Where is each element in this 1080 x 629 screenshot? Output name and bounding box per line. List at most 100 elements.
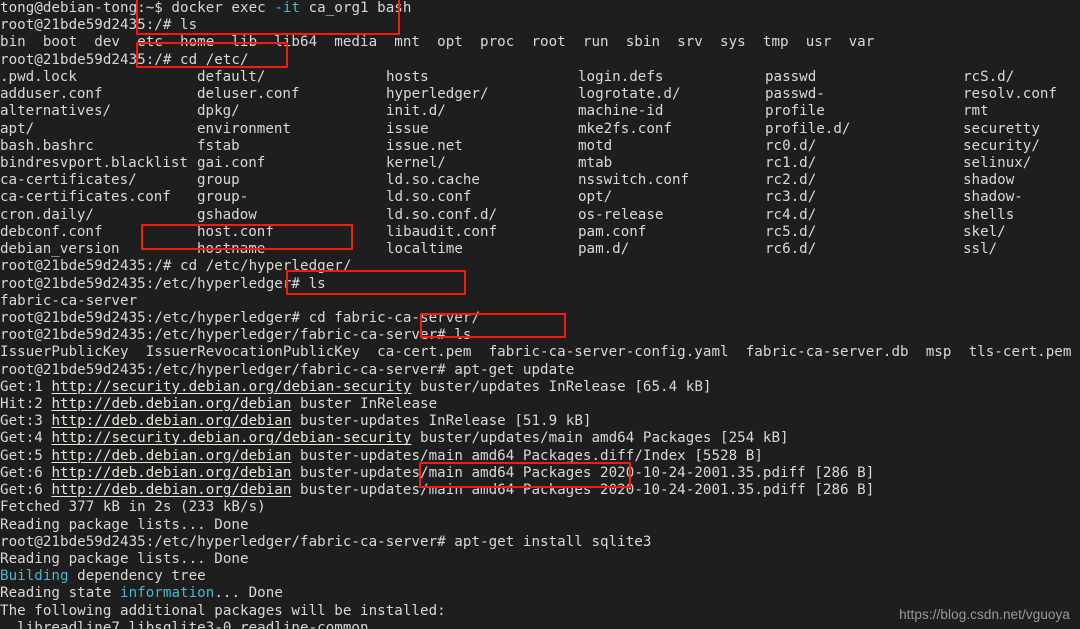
directory-entry: mke2fs.conf [578,120,672,137]
terminal-text: Reading state [0,585,121,602]
directory-entry: rc5.d/ [765,223,817,240]
terminal-text: tong@debian-tong:~$ docker exec [0,0,275,16]
directory-entry: group [197,172,240,189]
terminal-line: tong@debian-tong:~$ docker exec -it ca_o… [0,0,1071,17]
terminal-line: root@21bde59d2435:/etc/hyperledger# ls [0,275,326,292]
terminal-text: Get:3 [0,413,52,430]
terminal-line: Get:4 http://security.debian.org/debian-… [0,430,1071,447]
repository-url[interactable]: http://deb.debian.org/debian [51,396,291,412]
directory-entry: hyperledger/ [386,86,489,103]
terminal-text: Get:5 [0,447,52,464]
directory-entry: profile.d/ [765,120,851,137]
repository-url[interactable]: http://security.debian.org/debian-securi… [51,379,411,395]
repository-url[interactable]: http://deb.debian.org/debian [51,413,291,429]
directory-entry: dpkg/ [197,103,240,120]
directory-entry: skel/ [963,223,1006,240]
terminal-text: Hit:2 [0,396,52,413]
terminal-text: -it [274,0,301,16]
terminal-text: buster InRelease [291,396,438,413]
directory-entry: apt/ [0,120,35,137]
terminal-line: root@21bde59d2435:/# ls [0,17,198,34]
directory-entry: machine-id [578,103,664,120]
directory-listing-row: cron.daily/gshadow ld.so.conf.d/os-releas… [0,207,1071,224]
directory-listing-row: ca-certificates/group ld.so.cache nsswitch… [0,172,1071,189]
repository-url[interactable]: http://deb.debian.org/debian [51,482,291,498]
directory-entry: passwd- [765,86,825,103]
directory-listing-row: bindresvport.blacklist gai.conf kernel/mta… [0,155,1071,172]
directory-entry: ld.so.cache [386,172,480,189]
directory-entry: gshadow [197,206,257,223]
directory-entry: selinux/ [963,154,1032,171]
terminal-line: root@21bde59d2435:/etc/hyperledger/fabri… [0,533,652,550]
directory-entry: adduser.conf [0,86,103,103]
directory-entry: mtab [578,154,613,171]
directory-entry: ld.so.conf.d/ [386,206,498,223]
directory-entry: hosts [386,68,429,85]
terminal-text: buster-updates/main amd64 Packages 2020-… [291,464,875,481]
terminal-line: root@21bde59d2435:/etc/hyperledger/fabri… [0,361,575,378]
directory-entry: bindresvport.blacklist [0,154,188,171]
terminal-text: information [120,585,215,602]
directory-entry: issue.net [386,137,463,154]
directory-entry: resolv.conf [963,86,1057,103]
directory-entry: ssl/ [963,241,998,258]
terminal-window[interactable]: tong@debian-tong:~$ docker exec -it ca_o… [0,0,1080,629]
directory-entry: rc1.d/ [765,154,817,171]
directory-entry: group- [197,189,249,206]
directory-entry: rc3.d/ [765,189,817,206]
repository-url[interactable]: http://deb.debian.org/debian [51,448,291,464]
directory-entry: rc4.d/ [765,206,817,223]
terminal-line: Get:5 http://deb.debian.org/debian buste… [0,448,1071,465]
terminal-screen: tong@debian-tong:~$ docker exec -it ca_o… [0,0,1071,629]
directory-entry: securetty [963,120,1040,137]
directory-entry: host.conf [197,223,274,240]
directory-listing-row: adduser.conf deluser.conf hyperledger/logr… [0,86,1071,103]
terminal-output: tong@debian-tong:~$ docker exec -it ca_o… [0,0,1071,629]
directory-entry: logrotate.d/ [578,86,681,103]
directory-listing-row: apt/environment issue mke2fs.conf profile.d… [0,121,1071,138]
terminal-text: ca_org1 bash [300,0,412,16]
terminal-text: Get:1 [0,378,52,395]
directory-entry: rc2.d/ [765,172,817,189]
terminal-line: Get:6 http://deb.debian.org/debian buste… [0,465,1071,482]
directory-entry: debian_version [0,241,120,258]
directory-entry: os-release [578,206,664,223]
directory-entry: passwd [765,68,817,85]
terminal-line: Fetched 377 kB in 2s (233 kB/s) [0,499,266,516]
directory-entry: localtime [386,241,463,258]
directory-entry: shells [963,206,1015,223]
terminal-line: root@21bde59d2435:/etc/hyperledger/fabri… [0,327,472,344]
directory-entry: debconf.conf [0,223,103,240]
directory-entry: motd [578,137,613,154]
directory-entry: fstab [197,137,240,154]
directory-entry: rc0.d/ [765,137,817,154]
terminal-line: root@21bde59d2435:/etc/hyperledger# cd f… [0,309,481,326]
terminal-line: Hit:2 http://deb.debian.org/debian buste… [0,396,1071,413]
directory-listing-row: .pwd.lock default/hosts login.defs passwd rc… [0,69,1071,86]
repository-url[interactable]: http://security.debian.org/debian-securi… [51,430,411,446]
directory-entry: pam.d/ [578,241,630,258]
terminal-line: Get:1 http://security.debian.org/debian-… [0,379,1071,396]
terminal-line: fabric-ca-server [0,292,138,309]
directory-entry: rmt [963,103,989,120]
directory-entry: default/ [197,68,266,85]
directory-entry: security/ [963,137,1040,154]
directory-entry: nsswitch.conf [578,172,690,189]
directory-listing-row: alternatives/dpkg/init.d/machine-id profi… [0,103,1071,120]
directory-listing-row: bash.bashrc fstab issue.net motd rc0.d/secur… [0,138,1071,155]
terminal-text: dependency tree [68,568,206,585]
terminal-text: buster/updates InRelease [65.4 kB] [411,378,712,395]
directory-entry: .pwd.lock [0,68,77,85]
directory-listing-row: debian_version hostname localtime pam.d/rc6… [0,241,1071,258]
directory-entry: hostname [197,241,266,258]
repository-url[interactable]: http://deb.debian.org/debian [51,465,291,481]
terminal-line: IssuerPublicKey IssuerRevocationPublicKe… [0,344,1072,361]
directory-entry: bash.bashrc [0,137,94,154]
watermark-text: https://blog.csdn.net/vguoya [899,606,1070,622]
terminal-text: Building [0,568,69,585]
terminal-text: buster/updates/main amd64 Packages [254 … [411,430,789,447]
directory-entry: profile [765,103,825,120]
directory-entry: deluser.conf [197,86,300,103]
directory-entry: rc6.d/ [765,241,817,258]
directory-listing-row: debconf.conf host.conf libaudit.conf pam.co… [0,224,1071,241]
